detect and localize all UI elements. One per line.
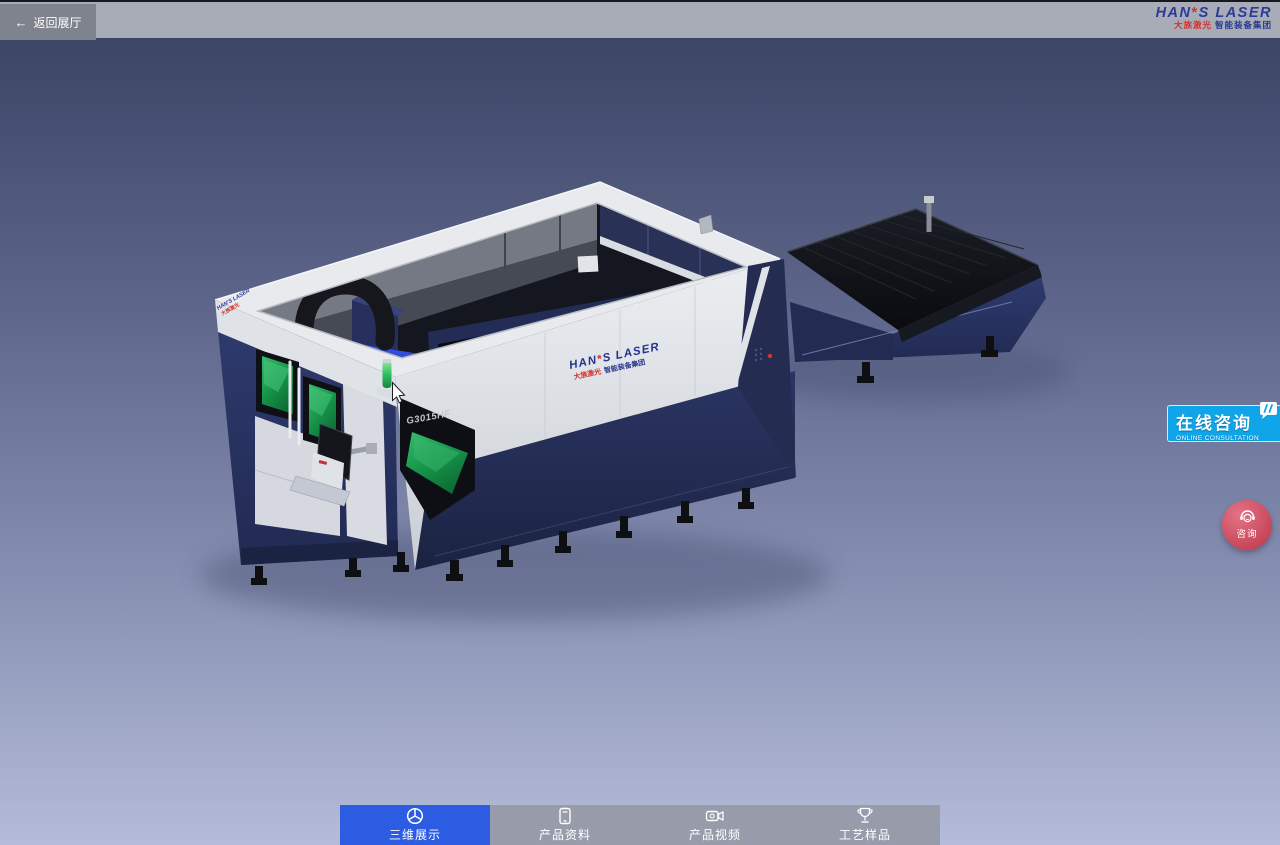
chat-bubble-icon [1259, 401, 1278, 419]
fab-label: 咨询 [1236, 526, 1257, 540]
top-bar: ← 返回展厅 HAN*S LASER 大族激光智能装备集团 [0, 0, 1280, 38]
3d-viewport[interactable]: HAN'S LASER 大族激光 [0, 38, 1280, 845]
consultation-label-en: ONLINE CONSULTATION [1176, 435, 1274, 442]
video-camera-icon [705, 807, 725, 825]
cube-3d-icon [406, 807, 424, 825]
tab-process-samples[interactable]: 工艺样品 [790, 805, 940, 845]
brand-subtitle: 大族激光智能装备集团 [1156, 21, 1272, 30]
machine-3d-render: HAN'S LASER 大族激光 [0, 0, 1280, 845]
app-window: HAN'S LASER 大族激光 [0, 0, 1280, 845]
consult-fab-button[interactable]: 咨询 [1222, 500, 1272, 550]
trophy-icon [856, 807, 874, 825]
interior-sensor-box [578, 255, 599, 272]
brand-star-icon: * [1192, 5, 1199, 21]
back-to-hall-button[interactable]: ← 返回展厅 [0, 4, 96, 40]
customer-service-icon [1239, 510, 1256, 525]
hans-laser-logo: HAN*S LASER 大族激光智能装备集团 [1156, 6, 1272, 30]
online-consultation-badge[interactable]: 在线咨询 ONLINE CONSULTATION [1167, 405, 1280, 442]
bottom-nav: 三维展示 产品资料 产品视频 工艺样品 [340, 805, 940, 845]
brand-wordmark: HAN*S LASER [1156, 6, 1272, 21]
tab-3d-display[interactable]: 三维展示 [340, 805, 490, 845]
document-icon [556, 807, 574, 825]
tab-product-video[interactable]: 产品视频 [640, 805, 790, 845]
tab-product-docs[interactable]: 产品资料 [490, 805, 640, 845]
back-arrow-icon: ← [14, 15, 27, 30]
back-label: 返回展厅 [33, 14, 81, 31]
